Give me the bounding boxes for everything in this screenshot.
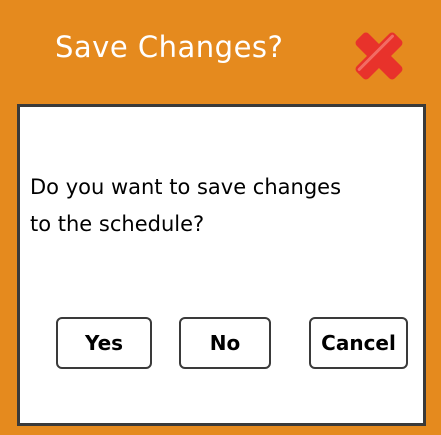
dialog-title: Save Changes? xyxy=(55,30,284,64)
save-changes-dialog: Save Changes? Do you want to save change… xyxy=(0,0,441,435)
dialog-body: Do you want to save changes to the sched… xyxy=(17,104,426,426)
dialog-message: Do you want to save changes to the sched… xyxy=(30,169,425,243)
close-icon[interactable] xyxy=(352,30,406,82)
message-line-2: to the schedule? xyxy=(30,212,205,236)
no-button[interactable]: No xyxy=(179,317,271,369)
title-bar: Save Changes? xyxy=(0,0,441,104)
message-line-1: Do you want to save changes xyxy=(30,175,342,199)
cancel-button[interactable]: Cancel xyxy=(309,317,408,369)
yes-button[interactable]: Yes xyxy=(56,317,152,369)
